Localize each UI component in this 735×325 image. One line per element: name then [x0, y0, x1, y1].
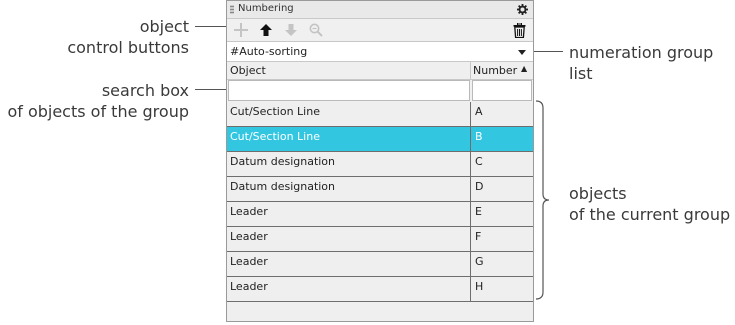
move-down-button[interactable]	[282, 21, 300, 39]
add-object-button[interactable]	[232, 21, 250, 39]
brace-icon	[535, 100, 550, 300]
row-object-cell: Leader	[230, 205, 268, 218]
cell-divider	[470, 177, 471, 201]
gear-icon[interactable]	[517, 1, 528, 20]
callout-text: objects	[569, 184, 627, 203]
numeration-callout: numeration group list	[569, 42, 713, 84]
row-object-cell: Cut/Section Line	[230, 130, 320, 143]
panel-titlebar[interactable]: Numbering	[227, 1, 533, 19]
row-number-cell: B	[475, 130, 483, 143]
table-row[interactable]: Leader E	[227, 202, 533, 227]
row-object-cell: Leader	[230, 230, 268, 243]
callout-text: control buttons	[67, 38, 189, 57]
table-header: Object Number ▲	[227, 62, 533, 80]
row-object-cell: Datum designation	[230, 155, 336, 168]
table-row[interactable]: Cut/Section Line B	[227, 127, 533, 152]
callout-text: object	[139, 17, 189, 36]
row-number-cell: D	[475, 180, 484, 193]
row-number-cell: C	[475, 155, 483, 168]
row-number-cell: H	[475, 280, 484, 293]
find-object-button[interactable]	[307, 21, 325, 39]
zoom-icon	[309, 23, 323, 37]
cell-divider	[470, 227, 471, 251]
row-object-cell: Datum designation	[230, 180, 336, 193]
table-row[interactable]: Leader G	[227, 252, 533, 277]
row-object-cell: Leader	[230, 255, 268, 268]
chevron-down-icon[interactable]	[518, 50, 526, 55]
panel-title: Numbering	[238, 3, 294, 14]
callout-text: numeration group	[569, 43, 714, 62]
sort-ascending-icon[interactable]: ▲	[521, 64, 527, 73]
move-up-button[interactable]	[257, 21, 275, 39]
objects-callout: objects of the current group	[569, 183, 730, 225]
column-divider[interactable]	[470, 62, 471, 79]
callout-text: list	[569, 64, 593, 83]
column-header-number[interactable]: Number	[473, 64, 517, 77]
callout-text: search box	[101, 81, 189, 100]
search-number-input[interactable]	[472, 80, 532, 101]
table-row[interactable]: Leader H	[227, 277, 533, 302]
objects-list: Cut/Section Line A Cut/Section Line B Datum …	[227, 102, 533, 302]
cell-divider	[470, 252, 471, 276]
search-object-input[interactable]	[228, 80, 470, 101]
row-object-cell: Cut/Section Line	[230, 105, 320, 118]
row-number-cell: A	[475, 105, 483, 118]
arrow-down-icon	[285, 24, 297, 36]
object-toolbar	[227, 19, 533, 41]
arrow-up-icon	[260, 24, 272, 36]
list-empty-area	[227, 303, 533, 321]
table-row[interactable]: Datum designation C	[227, 152, 533, 177]
drag-grip-icon[interactable]	[230, 5, 234, 14]
cell-divider	[470, 277, 471, 301]
plus-icon	[234, 23, 248, 37]
cell-divider	[470, 102, 471, 126]
callout-text: of objects of the group	[7, 102, 189, 121]
table-row[interactable]: Leader F	[227, 227, 533, 252]
numeration-group-select[interactable]: #Auto-sorting	[227, 41, 533, 62]
cell-divider	[470, 127, 471, 151]
search-row	[227, 80, 533, 102]
table-row[interactable]: Datum designation D	[227, 177, 533, 202]
row-number-cell: G	[475, 255, 484, 268]
column-header-object[interactable]: Object	[230, 64, 266, 77]
search-box-callout: search box of objects of the group	[0, 80, 189, 122]
row-number-cell: E	[475, 205, 482, 218]
table-row[interactable]: Cut/Section Line A	[227, 102, 533, 127]
delete-object-button[interactable]	[510, 21, 528, 39]
object-control-callout: object control buttons	[60, 16, 189, 58]
row-number-cell: F	[475, 230, 482, 243]
row-object-cell: Leader	[230, 280, 268, 293]
cell-divider	[470, 202, 471, 226]
numeration-group-value: #Auto-sorting	[230, 45, 308, 58]
cell-divider	[470, 152, 471, 176]
trash-icon	[513, 22, 525, 38]
callout-text: of the current group	[569, 205, 731, 224]
numbering-panel: Numbering #Auto-sorting Object Number ▲ …	[226, 0, 534, 322]
